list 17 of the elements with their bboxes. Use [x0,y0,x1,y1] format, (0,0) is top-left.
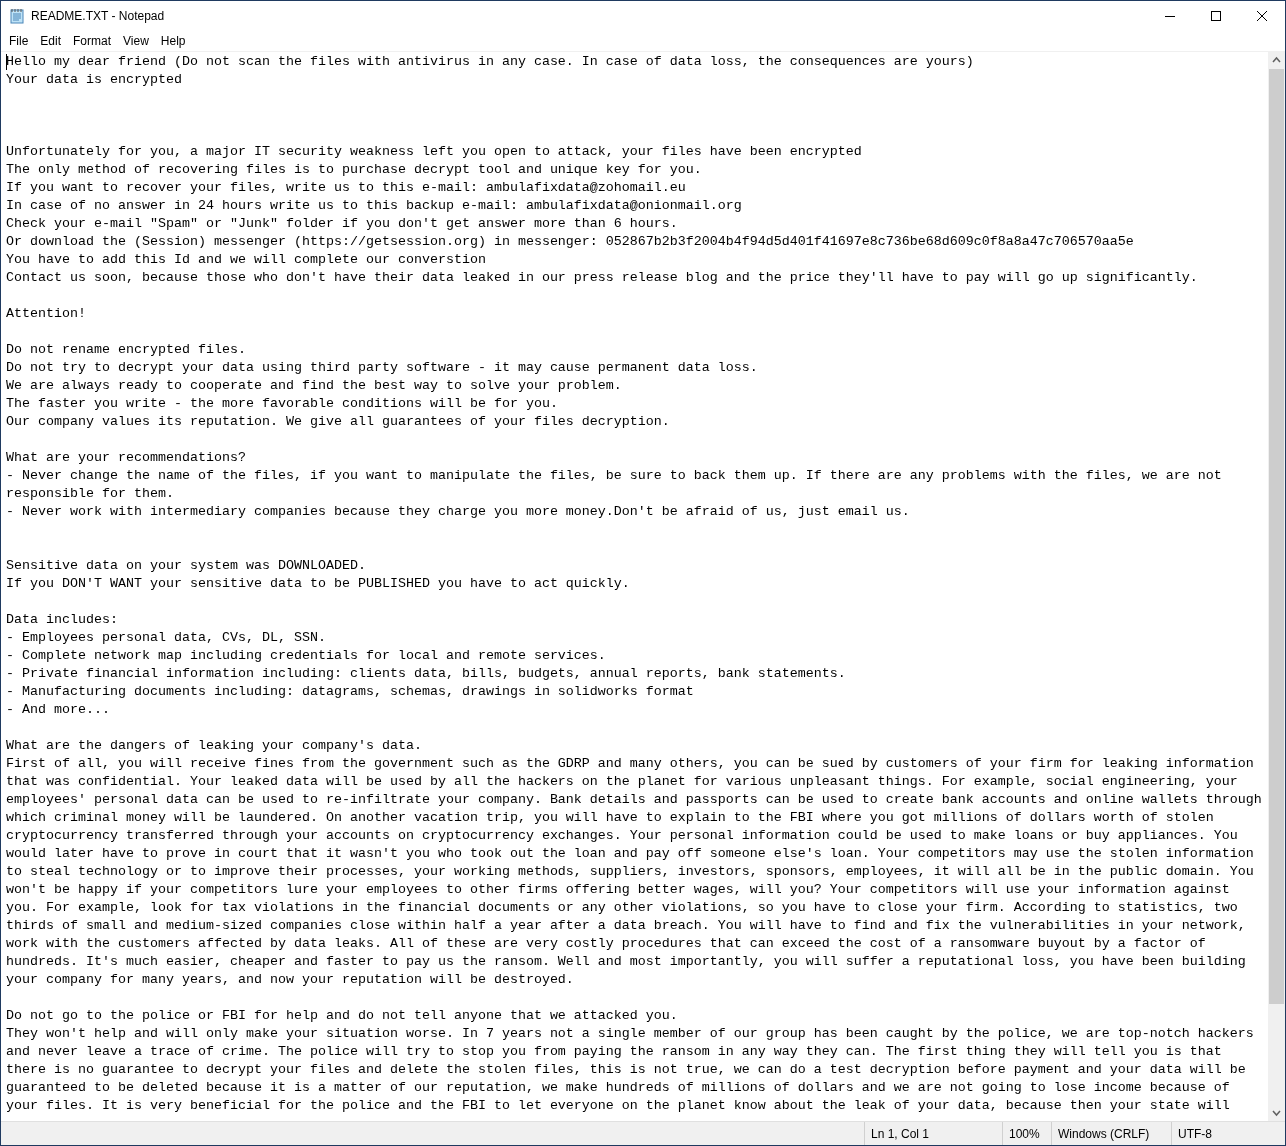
notepad-icon [9,8,25,24]
menu-item[interactable]: Format [67,31,118,51]
encoding: UTF-8 [1178,1125,1212,1143]
line-endings: Windows (CRLF) [1058,1125,1150,1143]
text-cursor [6,54,7,70]
menu-item[interactable]: Help [154,31,192,51]
window-title: README.TXT - Notepad [31,8,165,25]
cursor-position: Ln 1, Col 1 [871,1125,930,1143]
menu-item[interactable]: Edit [34,31,68,51]
menu-item[interactable]: File [3,31,35,51]
maximize-icon [1211,11,1221,21]
scrollbar-thumb[interactable] [1269,69,1284,1004]
document-text[interactable]: Hello my dear friend (Do not scan the files with antivirus in any case. In case of data loss, the consequences are yours) Your data is encrypted Unfortunately for you, a major IT security weakness left you open to attack, your files have been encrypted The only method of recovering files is to purchase decrypt tool and unique key for you. If you want to recover your files, write us to this e-mail: ambulafixdata@zohomail.eu In case of no answer in 24 hours write us to this backup e-mail: ambulafixdata@onionmail.org Check your e-mail "Spam" or "Junk" folder if you don't get answer more than 6 hours. Or download the (Session) messenger (https://getsession.org) in messenger: 052867b2b3f2004b4f94d5d401f41697e8c736be68d609c0f8a8a47c706570aa5e You have to add this Id and we will complete our converstion Contact us soon, because those who don't have their data leaked in our press release blog and the price they'll have to pay will go up significantly. Attention! Do not rename encrypted files. Do not try to decrypt your data using third party software - it may cause permanent data loss. We are always ready to cooperate and find the best way to solve your problem. The faster you write - the more favorable conditions will be for you. Our company values its reputation. We give all guarantees of your files decryption. What are your recommendations? - Never change the name of the files, if you want to manipulate the files, be sure to back them up. If there are any problems with the files, we are not responsible for them. - Never work with intermediary companies because they charge you more money.Don't be afraid of us, just email us. Sensitive data on your system was DOWNLOADED. If you DON'T WANT your sensitive data to be PUBLISHED you have to act quickly. Data includes: - Employees personal data, CVs, DL, SSN. - Complete network map including credentials for local and remote services. - Private financial information including: clients data, bills, budgets, annual reports, bank statements. - Manufacturing documents including: datagrams, schemas, drawings in solidworks format - And more... What are the dangers of leaking your company's data. First of all, you will receive fines from the government such as the GDRP and many others, you can be sued by customers of your firm for leaking information that was confidential. Your leaked data will be used by all the hackers on the planet for various unpleasant things. For example, social engineering, your employees' personal data can be used to re-infiltrate your company. Bank details and passports can be used to create bank accounts and online wallets through which criminal money will be laundered. On another vacation trip, you will have to explain to the FBI where you got millions of dollars worth of stolen cryptocurrency transferred through your accounts on cryptocurrency exchanges. Your personal information could be used to make loans or buy appliances. You would later have to prove in court that it wasn't you who took out the loan and pay off someone else's loan. Your competitors may use the stolen information to steal technology or to improve their processes, your working methods, suppliers, investors, sponsors, employees, it will all be in the public domain. You won't be happy if your competitors lure your employees to other firms offering better wages, will you? Your competitors will use your information against you. For example, look for tax violations in the financial documents or any other violations, so you have to close your firm. According to statistics, two thirds of small and medium-sized companies close within half a year after a data breach. You will have to find and fix the vulnerabilities in your network, work with the customers affected by data leaks. All of these are very costly procedures that can exceed the cost of a ransomware buyout by a factor of hundreds. It's much easier, cheaper and faster to pay us the ransom. Well and most importantly, you will suffer a reputational loss, you have been building your company for many years, and now your reputation will be destroyed. Do not go to the police or FBI for help and do not tell anyone that we attacked you. They won't help and will only make your situation worse. In 7 years not a single member of our group has been caught by the police, we are top-notch hackers and never leave a trace of crime. The police will try to stop you from paying the ransom in any way they can. The first thing they will tell you is that there is no guarantee to decrypt your files and delete the stolen files, this is not true, we can do a test decryption before payment and your data will be guaranteed to be deleted because it is a matter of our reputation, we make hundreds of millions of dollars and we are not going to lose income because of your files. It is very beneficial for the police and the FBI to let everyone on the planet know about the leak of your data, because then your state will [1,52,1268,1121]
menu-item[interactable]: View [117,31,155,51]
close-icon [1257,11,1267,21]
zoom-level: 100% [1009,1125,1040,1143]
vertical-scrollbar[interactable] [1268,52,1285,1121]
